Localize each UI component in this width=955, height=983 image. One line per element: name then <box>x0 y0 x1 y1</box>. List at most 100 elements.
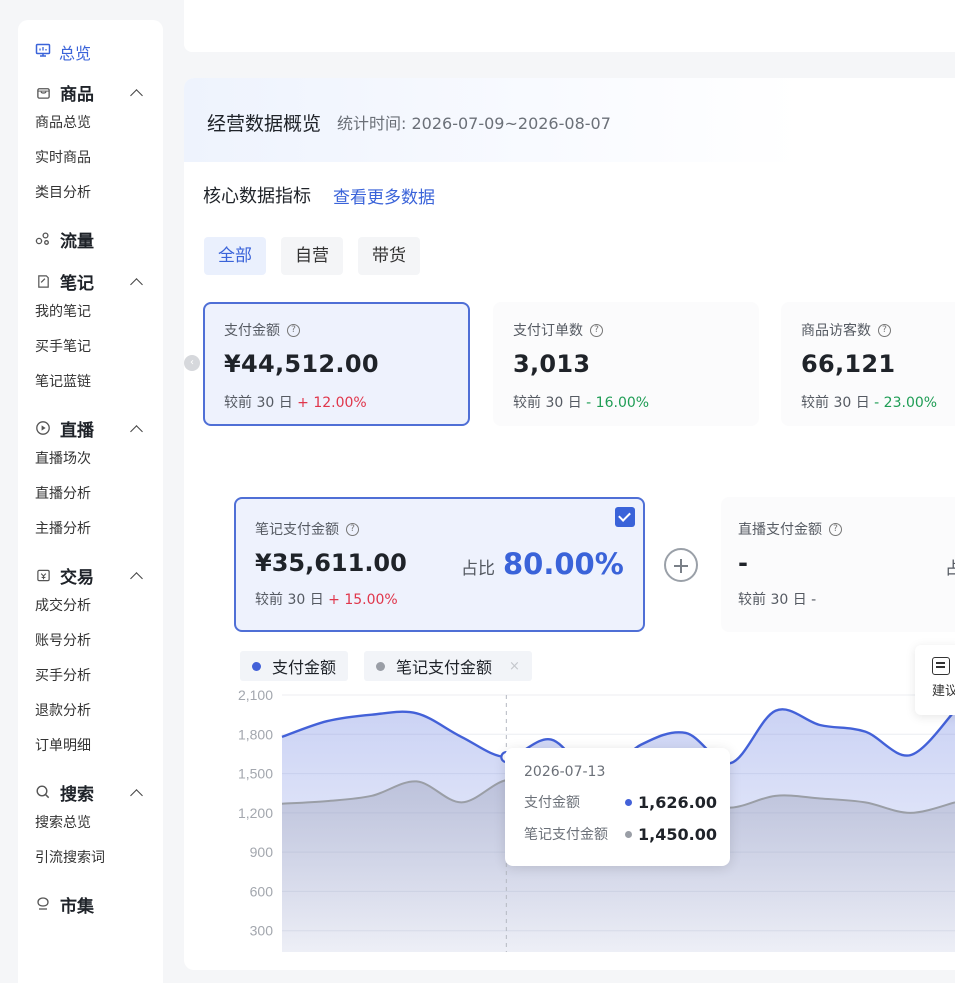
sidebar-group: 笔记 我的笔记 买手笔记 笔记蓝链 <box>18 267 163 400</box>
sidebar-group-header[interactable]: 商品 <box>18 78 163 106</box>
tooltip-dot <box>625 798 632 806</box>
share-ratio-label-cut: 占 <box>945 559 955 579</box>
tab-self-operated[interactable]: 自营 <box>281 237 343 275</box>
y-tick-label: 2,100 <box>238 687 273 703</box>
note-icon <box>35 273 51 289</box>
suggest-button[interactable]: 建议 <box>915 645 955 715</box>
feedback-icon <box>932 657 950 675</box>
metric-value: 66,121 <box>801 350 896 378</box>
overview-header: 经营数据概览 统计时间: 2026-07-09~2026-08-07 <box>184 78 955 162</box>
legend-dot <box>252 661 261 671</box>
sidebar-item[interactable]: 直播分析 <box>18 477 163 512</box>
sidebar-item[interactable]: 成交分析 <box>18 589 163 624</box>
top-blank-card <box>184 0 955 52</box>
metric-card-orders[interactable]: 支付订单数? 3,013 较前 30 日 - 16.00% <box>493 302 759 426</box>
sidebar-item[interactable]: 账号分析 <box>18 624 163 659</box>
traffic-icon <box>35 231 51 247</box>
metric-label: 支付金额 <box>224 323 280 339</box>
core-metrics-title: 核心数据指标 <box>203 186 311 207</box>
sidebar-item[interactable]: 商品总览 <box>18 106 163 141</box>
note-payment-card[interactable]: 笔记支付金额? ¥35,611.00 较前 30 日 + 15.00% 占比 8… <box>234 497 645 632</box>
play-icon <box>35 420 51 436</box>
plus-circle-icon <box>664 548 698 582</box>
metric-value: 3,013 <box>513 350 591 378</box>
page-title: 经营数据概览 <box>207 113 322 135</box>
sub-compare: 较前 30 日 - <box>738 592 817 608</box>
chevron-up-icon[interactable] <box>131 423 141 433</box>
help-icon[interactable]: ? <box>878 323 891 337</box>
main-panel: 经营数据概览 统计时间: 2026-07-09~2026-08-07 核心数据指… <box>184 78 955 970</box>
metric-label: 商品访客数 <box>801 323 871 339</box>
close-icon[interactable]: × <box>509 659 520 674</box>
sidebar-item[interactable]: 买手笔记 <box>18 330 163 365</box>
tab-affiliate[interactable]: 带货 <box>358 237 420 275</box>
checkbox-checked-icon[interactable] <box>615 507 635 527</box>
sidebar-group-title: 直播 <box>60 420 94 441</box>
legend-item-note-payment[interactable]: 笔记支付金额 × <box>364 651 532 681</box>
tooltip-row: 支付金额 1,626.00 <box>524 792 717 812</box>
sidebar-item[interactable]: 我的笔记 <box>18 295 163 330</box>
sidebar-group-title: 流量 <box>60 231 94 252</box>
sidebar-group: 直播 直播场次 直播分析 主播分析 <box>18 414 163 547</box>
metric-card-payment[interactable]: 支付金额? ¥44,512.00 较前 30 日 + 12.00% <box>203 302 470 426</box>
search-icon <box>35 784 51 800</box>
sidebar-item[interactable]: 类目分析 <box>18 176 163 211</box>
tooltip-date: 2026-07-13 <box>524 764 606 780</box>
sidebar-item[interactable]: 引流搜索词 <box>18 841 163 876</box>
y-tick-label: 900 <box>250 844 274 860</box>
chevron-up-icon[interactable] <box>131 276 141 286</box>
market-icon <box>35 896 51 912</box>
sidebar-item[interactable]: 订单明细 <box>18 729 163 764</box>
sidebar-group-title: 商品 <box>60 84 94 105</box>
help-icon[interactable]: ? <box>346 522 359 536</box>
share-ratio: 占比 80.00% <box>461 547 624 581</box>
metric-compare: 较前 30 日 + 12.00% <box>224 395 367 411</box>
sidebar-item[interactable]: 搜索总览 <box>18 806 163 841</box>
sub-label: 笔记支付金额 <box>255 522 339 538</box>
live-payment-card[interactable]: 直播支付金额? - 较前 30 日 - <box>721 497 955 632</box>
tooltip-row: 笔记支付金额 1,450.00 <box>524 824 717 844</box>
sidebar-item-overview[interactable]: 总览 <box>18 40 163 64</box>
sidebar-group-header[interactable]: 笔记 <box>18 267 163 295</box>
chevron-up-icon[interactable] <box>131 787 141 797</box>
y-tick-label: 1,200 <box>238 805 273 821</box>
metric-label: 支付订单数 <box>513 323 583 339</box>
sidebar-item[interactable]: 主播分析 <box>18 512 163 547</box>
chevron-up-icon[interactable] <box>131 570 141 580</box>
chevron-up-icon[interactable] <box>131 87 141 97</box>
chart-tooltip: 2026-07-13 支付金额 1,626.00 笔记支付金额 1,450.00 <box>505 748 730 866</box>
help-icon[interactable]: ? <box>287 323 300 337</box>
y-tick-label: 600 <box>250 883 274 899</box>
scroll-left-icon[interactable]: ‹ <box>184 355 200 371</box>
help-icon[interactable]: ? <box>590 323 603 337</box>
sub-label: 直播支付金额 <box>738 522 822 538</box>
metric-card-visitors[interactable]: 商品访客数? 66,121 较前 30 日 - 23.00% <box>781 302 955 426</box>
sidebar-group-title: 笔记 <box>60 273 94 294</box>
chart-legend: 支付金额 笔记支付金额 × <box>240 651 532 681</box>
sidebar-item[interactable]: 买手分析 <box>18 659 163 694</box>
sidebar-group: 商品 商品总览 实时商品 类目分析 <box>18 78 163 211</box>
sidebar-item[interactable]: 直播场次 <box>18 442 163 477</box>
sidebar-group-header[interactable]: 市集 <box>18 890 163 918</box>
sidebar-group-header[interactable]: 流量 <box>18 225 163 253</box>
more-data-link[interactable]: 查看更多数据 <box>333 183 435 208</box>
y-tick-label: 1,500 <box>238 766 273 782</box>
y-tick-label: 1,800 <box>238 726 273 742</box>
sidebar-item[interactable]: 退款分析 <box>18 694 163 729</box>
sidebar-item[interactable]: 实时商品 <box>18 141 163 176</box>
metric-compare: 较前 30 日 - 23.00% <box>801 395 938 411</box>
stat-time: 统计时间: 2026-07-09~2026-08-07 <box>337 114 611 133</box>
sidebar-group-header[interactable]: 交易 <box>18 561 163 589</box>
sidebar-group-header[interactable]: 直播 <box>18 414 163 442</box>
tab-all[interactable]: 全部 <box>204 237 266 275</box>
sidebar-group-title: 搜索 <box>60 784 94 805</box>
channel-tabs: 全部 自营 带货 <box>204 237 420 275</box>
sidebar-group: 市集 <box>18 890 163 918</box>
metric-value: ¥44,512.00 <box>224 350 379 378</box>
sidebar-group-header[interactable]: 搜索 <box>18 778 163 806</box>
legend-item-payment[interactable]: 支付金额 <box>240 651 349 681</box>
sidebar-group-title: 交易 <box>60 567 94 588</box>
help-icon[interactable]: ? <box>829 522 842 536</box>
sidebar-group: 搜索 搜索总览 引流搜索词 <box>18 778 163 876</box>
sidebar-item[interactable]: 笔记蓝链 <box>18 365 163 400</box>
